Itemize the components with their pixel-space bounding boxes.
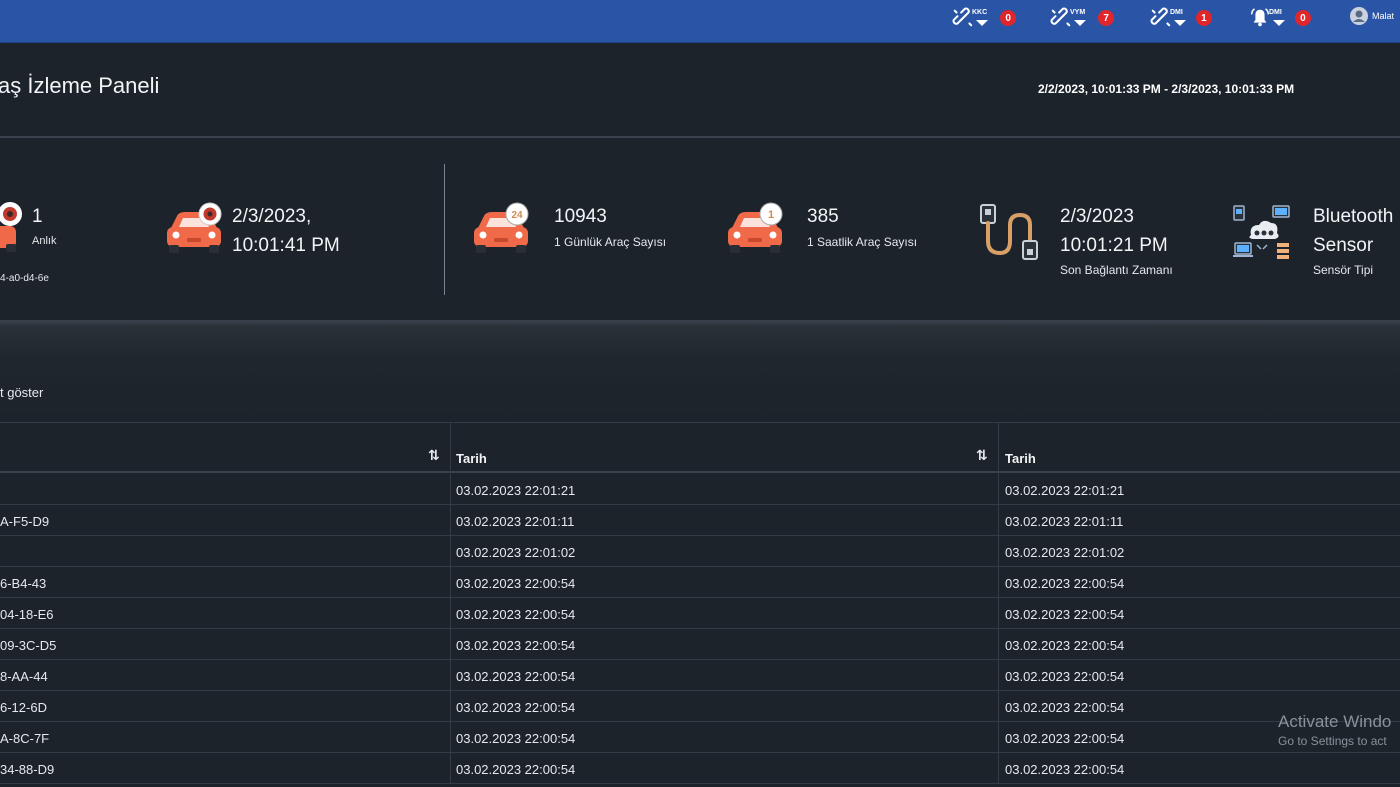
nav-label: DMI (1170, 8, 1183, 16)
hourly-badge: 1 (768, 209, 774, 221)
network-devices-icon (1233, 205, 1290, 259)
column-header-date-2[interactable]: Tarih (998, 423, 1400, 472)
cell-date-2: 03.02.2023 22:00:54 (1005, 700, 1125, 715)
cable-connection-icon (980, 204, 1038, 260)
cell-device-id: 8-AA-44 (0, 669, 48, 684)
last-connection-date: 2/3/2023 (1060, 206, 1134, 227)
divider (0, 136, 1400, 138)
daily-count: 10943 (554, 206, 607, 227)
nav-label: DMI (1269, 8, 1282, 16)
cell-date-2: 03.02.2023 22:01:21 (1005, 483, 1125, 498)
cell-device-id: A-F5-D9 (0, 514, 50, 529)
last-detection-date: 2/3/2023, (232, 206, 312, 227)
sort-icon[interactable]: ⇅ (976, 447, 988, 464)
instant-label: Anlık (32, 235, 57, 247)
cell-device-id: 09-3C-D5 (0, 638, 57, 653)
car-24h-icon: 24 (474, 202, 529, 253)
daily-label: 1 Günlük Araç Sayısı (554, 235, 667, 249)
sensor-type-label: Sensör Tipi (1313, 263, 1374, 277)
chevron-down-icon (1074, 20, 1086, 26)
count-badge: 0 (1000, 10, 1017, 26)
date-range[interactable]: 2/2/2023, 10:01:33 PM - 2/3/2023, 10:01:… (1038, 82, 1294, 96)
cell-device-id: 6-B4-43 (0, 576, 47, 591)
chevron-down-icon (976, 20, 988, 26)
table-row[interactable]: 09-3C-D5 03.02.2023 22:00:54 03.02.2023 22… (0, 629, 1400, 660)
table-header: ⇅ Tarih ⇅ Tarih (0, 422, 1400, 473)
page-title: aş İzleme Paneli (0, 73, 160, 98)
nav-dmi-alarm-dropdown[interactable]: DMI 0 (1249, 6, 1311, 30)
table-row[interactable]: 03.02.2023 22:01:21 03.02.2023 22:01:21 (0, 474, 1400, 505)
nav-label: KKC (972, 8, 988, 16)
broken-link-icon (1050, 7, 1071, 27)
cell-date-2: 03.02.2023 22:00:54 (1005, 638, 1125, 653)
car-sensor-icon (0, 202, 22, 252)
user-menu[interactable]: Malat (1350, 7, 1394, 25)
table-row[interactable]: 6-B4-43 03.02.2023 22:00:54 03.02.2023 22:… (0, 567, 1400, 598)
table-row[interactable]: 03.02.2023 22:01:02 03.02.2023 22:01:02 (0, 536, 1400, 567)
nav-label: VYM (1070, 8, 1086, 16)
chevron-down-icon (1174, 20, 1186, 26)
table-row[interactable]: 04-18-E6 03.02.2023 22:00:54 03.02.2023 22… (0, 598, 1400, 629)
hourly-label: 1 Saatlik Araç Sayısı (807, 235, 918, 249)
divider (444, 164, 445, 295)
broken-link-icon (1150, 7, 1171, 27)
chevron-down-icon (1273, 20, 1285, 26)
cell-date-2: 03.02.2023 22:00:54 (1005, 669, 1125, 684)
cell-date: 03.02.2023 22:00:54 (456, 731, 576, 746)
column-header-id[interactable]: ⇅ (0, 423, 450, 472)
table-row[interactable]: A-F5-D9 03.02.2023 22:01:11 03.02.2023 22:… (0, 505, 1400, 536)
cell-date: 03.02.2023 22:00:54 (456, 607, 576, 622)
nav-dmi-dropdown[interactable]: DMI 1 (1150, 6, 1212, 30)
daily-badge: 24 (511, 210, 523, 221)
cell-device-id: 6-12-6D (0, 700, 47, 715)
count-badge: 0 (1294, 10, 1311, 26)
section-band (0, 320, 1400, 420)
cell-date-2: 03.02.2023 22:00:54 (1005, 607, 1125, 622)
sensor-type-line1: Bluetooth (1313, 206, 1394, 227)
car-1h-icon: 1 (728, 202, 783, 253)
table-row[interactable]: 34-88-D9 03.02.2023 22:00:54 03.02.2023 22… (0, 753, 1400, 784)
cell-date-2: 03.02.2023 22:00:54 (1005, 762, 1125, 777)
last-detection-time: 10:01:41 PM (232, 235, 340, 256)
cell-date: 03.02.2023 22:00:54 (456, 576, 576, 591)
cell-date: 03.02.2023 22:00:54 (456, 700, 576, 715)
avatar-icon (1350, 7, 1368, 25)
broken-link-icon (952, 7, 973, 27)
count-badge: 1 (1195, 10, 1212, 26)
cell-date-2: 03.02.2023 22:01:02 (1005, 545, 1125, 560)
cell-date: 03.02.2023 22:01:21 (456, 483, 576, 498)
top-navbar: KKC 0 VYM 7 DMI 1 DMI 0 Malat (0, 0, 1400, 43)
table-row[interactable]: 6-12-6D 03.02.2023 22:00:54 03.02.2023 22:… (0, 691, 1400, 722)
nav-vym-dropdown[interactable]: VYM 7 (1050, 6, 1115, 30)
column-header-date[interactable]: Tarih ⇅ (450, 423, 998, 472)
cell-date: 03.02.2023 22:00:54 (456, 762, 576, 777)
sort-icon[interactable]: ⇅ (428, 447, 440, 464)
instant-count: 1 (32, 206, 43, 227)
hourly-count: 385 (807, 206, 839, 227)
cell-date: 03.02.2023 22:01:02 (456, 545, 576, 560)
cell-date-2: 03.02.2023 22:01:11 (1005, 514, 1124, 529)
alarm-bell-icon (1251, 8, 1269, 27)
user-name: Malat (1372, 11, 1395, 21)
sensor-type-line2: Sensor (1313, 235, 1374, 256)
cell-date-2: 03.02.2023 22:00:54 (1005, 576, 1125, 591)
cell-date: 03.02.2023 22:01:11 (456, 514, 575, 529)
table-row[interactable]: 8-AA-44 03.02.2023 22:00:54 03.02.2023 22:… (0, 660, 1400, 691)
device-id: 4-a0-d4-6e (0, 273, 49, 284)
last-connection-label: Son Bağlantı Zamanı (1060, 263, 1173, 277)
cell-device-id: 34-88-D9 (0, 762, 55, 777)
table-row[interactable]: A-8C-7F 03.02.2023 22:00:54 03.02.2023 22:… (0, 722, 1400, 753)
cell-date: 03.02.2023 22:00:54 (456, 638, 576, 653)
cell-date: 03.02.2023 22:00:54 (456, 669, 576, 684)
windows-activation-watermark: Activate Windo Go to Settings to act (1278, 712, 1392, 748)
last-connection-time: 10:01:21 PM (1060, 235, 1168, 256)
cell-device-id: 04-18-E6 (0, 607, 54, 622)
count-badge: 7 (1098, 10, 1115, 26)
cell-device-id: A-8C-7F (0, 731, 50, 746)
car-sensor-icon (167, 202, 222, 253)
cell-date-2: 03.02.2023 22:00:54 (1005, 731, 1125, 746)
nav-kkc-dropdown[interactable]: KKC 0 (952, 6, 1017, 30)
entries-label: t göster (0, 385, 44, 400)
